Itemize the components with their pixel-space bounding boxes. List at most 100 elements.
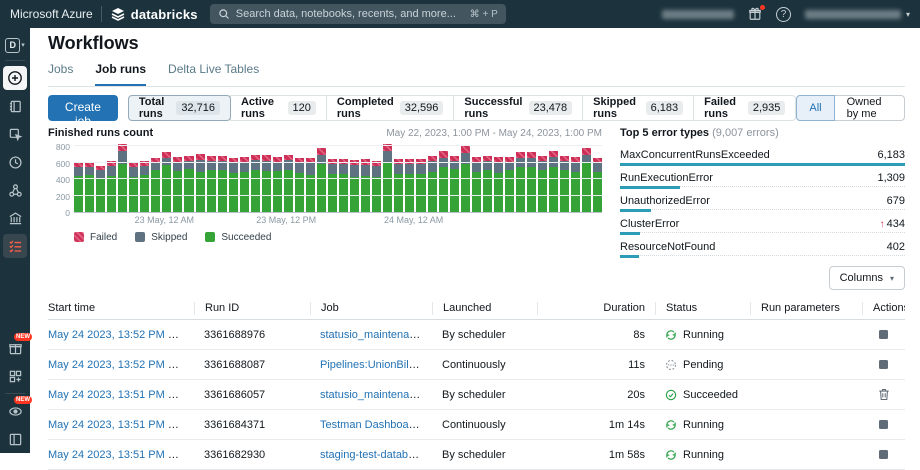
- chart-bar[interactable]: [361, 159, 370, 212]
- chart-bar[interactable]: [483, 156, 492, 213]
- stop-run-button[interactable]: [877, 448, 890, 461]
- sidebar-item-partner-connect[interactable]: [3, 364, 27, 388]
- start-time-link[interactable]: May 24 2023, 13:52 PM PDT: [48, 329, 190, 341]
- trash-run-button[interactable]: [876, 386, 892, 403]
- start-time-link[interactable]: May 24 2023, 13:52 PM PDT: [48, 359, 190, 371]
- chart-bar[interactable]: [538, 156, 547, 212]
- databricks-logo[interactable]: databricks: [110, 6, 198, 22]
- chart-bar[interactable]: [184, 156, 193, 212]
- chart-bar[interactable]: [107, 161, 116, 212]
- chart-bar[interactable]: [295, 158, 304, 212]
- chart-bar[interactable]: [472, 157, 481, 212]
- chart-bar[interactable]: [85, 162, 94, 212]
- account-menu[interactable]: ▾: [805, 10, 910, 19]
- sidebar-item-workflows[interactable]: [3, 234, 27, 258]
- chart-bar[interactable]: [74, 163, 83, 212]
- sidebar-item-data[interactable]: [3, 178, 27, 202]
- help-button[interactable]: ?: [776, 7, 791, 22]
- table-row[interactable]: May 24 2023, 13:51 PM PDT3361686057statu…: [48, 380, 905, 410]
- stat-chip-skipped-runs[interactable]: Skipped runs6,183: [582, 95, 694, 121]
- table-row[interactable]: May 24 2023, 13:52 PM PDT3361688976statu…: [48, 320, 905, 350]
- stop-run-button[interactable]: [877, 358, 890, 371]
- col-header-launched[interactable]: Launched: [432, 302, 537, 315]
- col-header-actions[interactable]: Actions: [862, 302, 905, 315]
- chart-bar[interactable]: [251, 155, 260, 212]
- chart-bar[interactable]: [494, 157, 503, 212]
- chart-bar[interactable]: [196, 154, 205, 212]
- chart-bar[interactable]: [218, 156, 227, 212]
- chart-bar[interactable]: [339, 159, 348, 212]
- stat-chip-active-runs[interactable]: Active runs120: [230, 95, 327, 121]
- chart-bar[interactable]: [582, 148, 591, 212]
- col-header-job[interactable]: Job: [310, 302, 432, 315]
- chart-bar[interactable]: [151, 158, 160, 212]
- chart-bar[interactable]: [317, 148, 326, 212]
- table-row[interactable]: May 24 2023, 13:51 PM PDT3361684371Testm…: [48, 410, 905, 440]
- chart-bar[interactable]: [450, 156, 459, 212]
- job-link[interactable]: statusio_maintenance_rem...: [320, 329, 432, 341]
- col-header-run-id[interactable]: Run ID: [194, 302, 310, 315]
- columns-button[interactable]: Columns ▾: [829, 266, 905, 290]
- stat-chip-completed-runs[interactable]: Completed runs32,596: [326, 95, 455, 121]
- job-link[interactable]: Pipelines:UnionBillableUsa...: [320, 359, 432, 371]
- table-row[interactable]: May 24 2023, 13:51 PM PDT3361682930stagi…: [48, 440, 905, 470]
- chart-bar[interactable]: [505, 157, 514, 212]
- job-link[interactable]: staging-test-database-pip...: [320, 449, 432, 461]
- sidebar-item-new[interactable]: [3, 66, 27, 90]
- col-header-run-parameters[interactable]: Run parameters: [750, 302, 862, 315]
- chart-bar[interactable]: [461, 146, 470, 212]
- chart-bar[interactable]: [284, 155, 293, 212]
- chart-bar[interactable]: [273, 157, 282, 212]
- chart-bar[interactable]: [372, 161, 381, 212]
- scope-all[interactable]: All: [796, 95, 834, 121]
- tab-job-runs[interactable]: Job runs: [95, 62, 146, 86]
- stop-run-button[interactable]: [877, 418, 890, 431]
- stat-chip-failed-runs[interactable]: Failed runs2,935: [693, 95, 796, 121]
- chart-bar[interactable]: [560, 156, 569, 212]
- col-header-start-time[interactable]: Start time: [48, 302, 194, 315]
- chart-bar[interactable]: [428, 156, 437, 212]
- chart-bar[interactable]: [306, 158, 315, 212]
- col-header-status[interactable]: Status: [655, 302, 750, 315]
- whats-new-button[interactable]: [748, 7, 762, 21]
- global-search-input[interactable]: Search data, notebooks, recents, and mor…: [210, 4, 506, 24]
- chart-bar[interactable]: [140, 161, 149, 212]
- chart-bar[interactable]: [593, 158, 602, 212]
- chart-bar[interactable]: [96, 166, 105, 212]
- workspace-name-redacted[interactable]: [662, 10, 734, 19]
- stop-run-button[interactable]: [877, 328, 890, 341]
- chart-bar[interactable]: [571, 157, 580, 212]
- chart-bar[interactable]: [549, 151, 558, 212]
- start-time-link[interactable]: May 24 2023, 13:51 PM PDT: [48, 389, 190, 401]
- sidebar-item-preview[interactable]: NEW: [3, 399, 27, 423]
- sidebar-item-repos[interactable]: [3, 122, 27, 146]
- scope-owned-by-me[interactable]: Owned by me: [834, 95, 905, 121]
- tab-delta-live-tables[interactable]: Delta Live Tables: [168, 62, 259, 86]
- chart-bar[interactable]: [229, 158, 238, 212]
- chart-bar[interactable]: [439, 151, 448, 212]
- start-time-link[interactable]: May 24 2023, 13:51 PM PDT: [48, 449, 190, 461]
- sidebar-collapse[interactable]: [3, 427, 27, 451]
- chart-bar[interactable]: [207, 156, 216, 212]
- chart-bar[interactable]: [262, 155, 271, 212]
- chart-bar[interactable]: [328, 159, 337, 212]
- stat-chip-total-runs[interactable]: Total runs32,716: [128, 95, 231, 121]
- job-link[interactable]: Testman Dashboard High F...: [320, 419, 432, 431]
- sidebar-item-workspace[interactable]: [3, 94, 27, 118]
- job-link[interactable]: statusio_maintenance_rem...: [320, 389, 432, 401]
- chart-bar[interactable]: [129, 162, 138, 212]
- sidebar-item-sql-warehouse[interactable]: [3, 206, 27, 230]
- table-row[interactable]: May 24 2023, 13:52 PM PDT3361688087Pipel…: [48, 350, 905, 380]
- chart-bar[interactable]: [173, 157, 182, 212]
- chart-bar[interactable]: [350, 160, 359, 212]
- create-job-button[interactable]: Create job: [48, 95, 118, 121]
- sidebar-item-recents[interactable]: [3, 150, 27, 174]
- chart-bar[interactable]: [240, 157, 249, 212]
- chart-bar[interactable]: [394, 159, 403, 212]
- tab-jobs[interactable]: Jobs: [48, 62, 73, 86]
- col-header-duration[interactable]: Duration: [537, 302, 655, 315]
- workspace-switcher[interactable]: D ▾: [2, 35, 28, 55]
- stat-chip-successful-runs[interactable]: Successful runs23,478: [453, 95, 583, 121]
- chart-bar[interactable]: [416, 159, 425, 212]
- start-time-link[interactable]: May 24 2023, 13:51 PM PDT: [48, 419, 190, 431]
